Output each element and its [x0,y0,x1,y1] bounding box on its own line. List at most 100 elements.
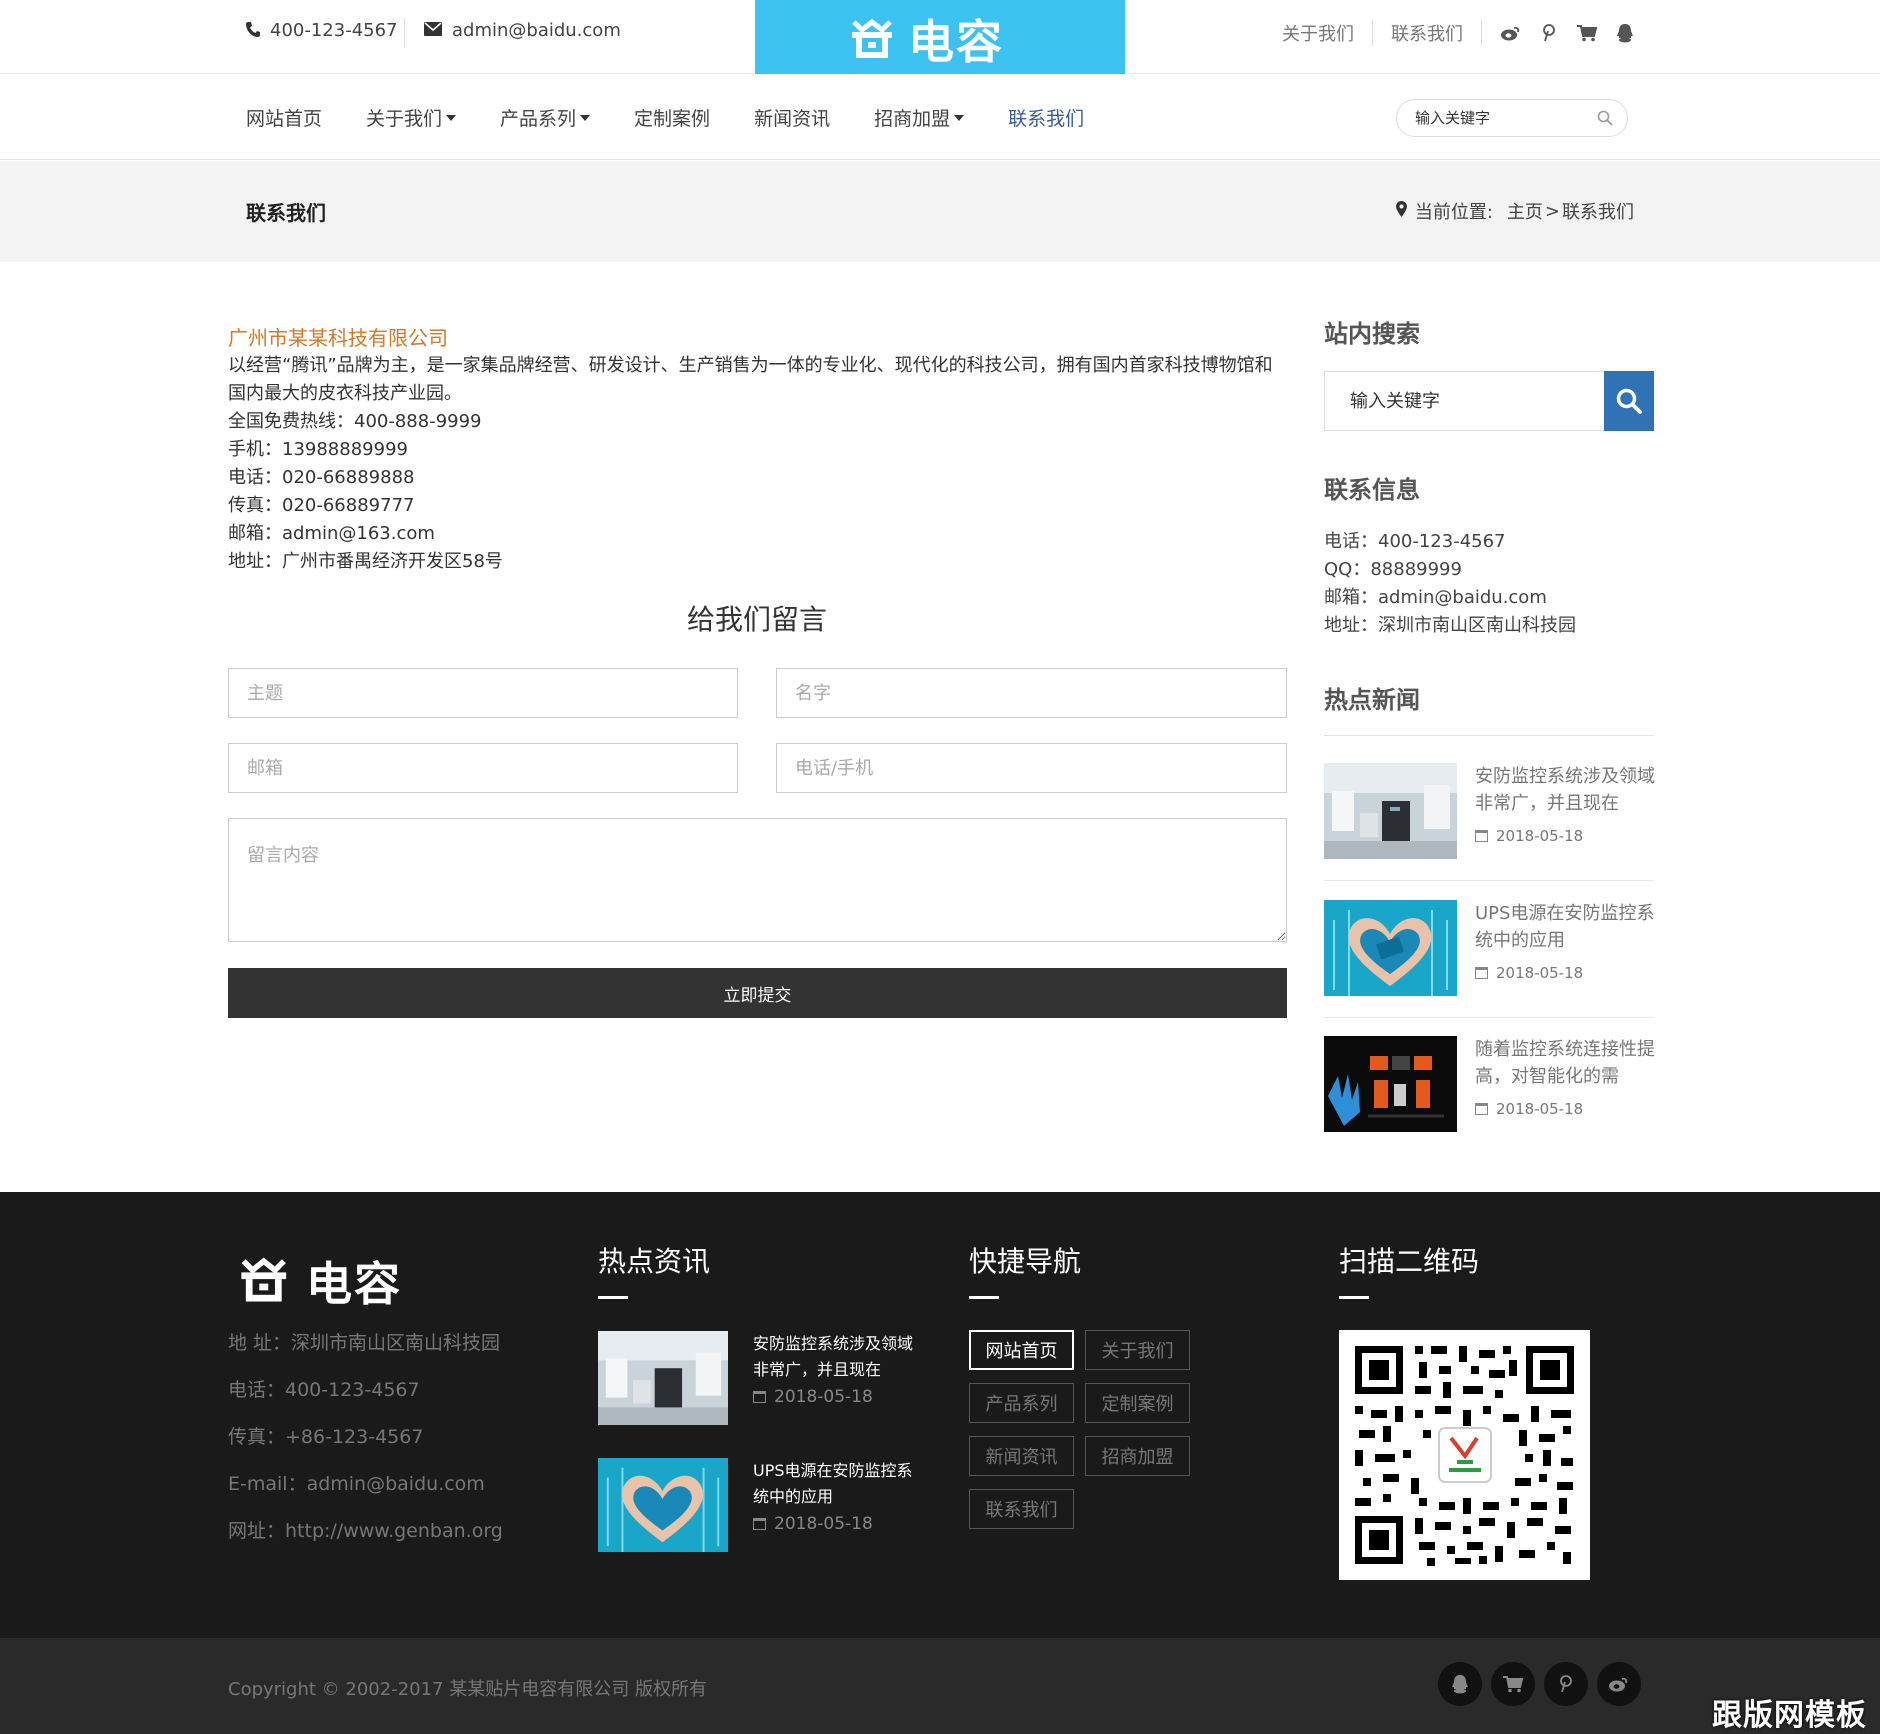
qr-code-image [1339,1330,1590,1580]
news-title: 随着监控系统连接性提高，对智能化的需 [1475,1039,1655,1087]
top-link-divider [1372,20,1373,46]
sidebar-news-item[interactable]: UPS电源在安防监控系统中的应用 2018-05-18 [1324,900,1654,996]
top-email[interactable]: admin@baidu.com [424,20,621,41]
footer-info: 地 址：深圳市南山区南山科技园 电话：400-123-4567 传真：+86-1… [228,1320,503,1555]
sidebar-news-item[interactable]: 随着监控系统连接性提高，对智能化的需 2018-05-18 [1324,1036,1655,1132]
page-title: 联系我们 [246,201,326,225]
footer-tag-home[interactable]: 网站首页 [969,1330,1074,1370]
footer-tel: 电话：400-123-4567 [228,1379,420,1401]
news-thumbnail-heart-chip [1324,900,1457,996]
news-title: UPS电源在安防监控系统中的应用 [1475,903,1655,951]
sidebar-contact-title: 联系信息 [1324,476,1420,504]
qq-icon[interactable] [1438,1662,1482,1706]
breadcrumb-separator: > [1544,200,1560,222]
nav-item-news[interactable]: 新闻资讯 [754,104,830,131]
footer-tag-about[interactable]: 关于我们 [1085,1330,1190,1370]
footer-news-date: 2018-05-18 [753,1387,873,1407]
news-date: 2018-05-18 [1475,1100,1583,1118]
top-link-contact[interactable]: 联系我们 [1391,20,1463,46]
footer-email: E-mail：admin@baidu.com [228,1473,485,1495]
calendar-icon [753,1518,766,1530]
calendar-icon [753,1391,766,1403]
search-icon[interactable] [1597,110,1613,130]
sidebar-news-item[interactable]: 安防监控系统涉及领域非常广，并且现在 2018-05-18 [1324,763,1655,859]
footer-logo-text: 电容 [306,1257,402,1311]
footer-tag-products[interactable]: 产品系列 [969,1383,1074,1423]
news-thumbnail-heart-chip [598,1458,728,1552]
footer-website: 网址：http://www.genban.org [228,1520,503,1542]
sidebar-search-button[interactable] [1604,371,1654,431]
top-divider [404,18,405,48]
envelope-icon [424,21,442,40]
nav-item-home[interactable]: 网站首页 [246,104,322,131]
nav-item-about[interactable]: 关于我们 [366,104,457,131]
footer-news-item[interactable]: 安防监控系统涉及领域非常广，并且现在 2018-05-18 [598,1331,918,1425]
logo-text: 电容 [908,15,1004,69]
bottom-bar: Copyright © 2002-2017 某某贴片电容有限公司 版权所有 [0,1638,1880,1734]
news-divider [1324,1017,1654,1018]
top-link-about[interactable]: 关于我们 [1282,20,1354,46]
sidebar-search-input[interactable] [1325,372,1603,430]
news-thumbnail-smart-tech [1324,1036,1457,1132]
footer-qr-title: 扫描二维码 [1339,1245,1480,1278]
news-date-text: 2018-05-18 [1496,1100,1584,1118]
weibo-icon[interactable] [1500,22,1522,44]
phone-icon [246,21,260,41]
footer-address: 地 址：深圳市南山区南山科技园 [228,1332,501,1354]
footer-tag-contact[interactable]: 联系我们 [969,1489,1074,1529]
cart-icon[interactable] [1491,1662,1535,1706]
subject-field[interactable] [228,668,738,718]
footer-title-underline [969,1296,999,1299]
company-tel: 电话：020-66889888 [228,467,415,488]
nav-item-products[interactable]: 产品系列 [500,104,591,131]
pinterest-icon[interactable] [1544,1662,1588,1706]
phone-field[interactable] [776,743,1287,793]
news-divider [1324,880,1654,881]
footer-tag-news[interactable]: 新闻资讯 [969,1436,1074,1476]
footer-title-underline [598,1296,628,1299]
nav-item-label: 联系我们 [1008,108,1085,130]
footer-tag-franchise[interactable]: 招商加盟 [1085,1436,1190,1476]
caret-down-icon [954,114,965,121]
main-nav: 网站首页 关于我们 产品系列 定制案例 新闻资讯 招商加盟 联系我们 [0,75,1880,160]
breadcrumb: 当前位置: 主页 > 联系我们 [1395,198,1634,224]
company-intro: 以经营“腾讯”品牌为主，是一家集品牌经营、研发设计、生产销售为一体的专业化、现代… [228,355,1273,404]
footer-tag-cases[interactable]: 定制案例 [1085,1383,1190,1423]
news-title: 安防监控系统涉及领域非常广，并且现在 [1475,766,1655,814]
nav-item-cases[interactable]: 定制案例 [634,104,710,131]
footer-news-date-text: 2018-05-18 [774,1387,873,1407]
company-hotline: 全国免费热线：400-888-9999 [228,411,482,432]
footer-news-item[interactable]: UPS电源在安防监控系统中的应用 2018-05-18 [598,1458,918,1552]
news-date-text: 2018-05-18 [1496,827,1584,845]
social-links [1438,1662,1650,1706]
message-textarea[interactable] [228,818,1287,942]
message-form-title: 给我们留言 [686,603,827,636]
nav-search-input[interactable] [1415,109,1585,127]
breadcrumb-home[interactable]: 主页 [1507,198,1543,224]
copyright: Copyright © 2002-2017 某某贴片电容有限公司 版权所有 [228,1679,707,1700]
nav-item-franchise[interactable]: 招商加盟 [874,104,965,131]
email-field[interactable] [228,743,738,793]
nav-item-contact[interactable]: 联系我们 [1008,104,1084,131]
site-logo[interactable]: 电容 [755,0,1125,74]
top-bar: 400-123-4567 admin@baidu.com 电容 关于我们 联系我… [0,0,1880,74]
nav-list: 网站首页 关于我们 产品系列 定制案例 新闻资讯 招商加盟 联系我们 [246,75,1128,160]
pinterest-icon[interactable] [1538,22,1560,44]
company-address: 地址：广州市番禺经济开发区58号 [228,551,503,572]
footer-news-title-text: UPS电源在安防监控系统中的应用 [753,1461,913,1506]
footer-fax: 传真：+86-123-4567 [228,1426,424,1448]
top-email-text: admin@baidu.com [452,20,621,41]
footer-news-title: 热点资讯 [598,1245,711,1278]
qq-icon[interactable] [1614,22,1636,44]
submit-button[interactable]: 立即提交 [228,968,1287,1018]
top-phone: 400-123-4567 [246,20,398,41]
sidebar-contact-qq: QQ：88889999 [1324,559,1462,580]
name-field[interactable] [776,668,1287,718]
breadcrumb-label: 当前位置: [1414,202,1493,223]
footer-news-date: 2018-05-18 [753,1514,873,1534]
company-fax: 传真：020-66889777 [228,495,415,516]
cart-icon[interactable] [1576,22,1598,44]
caret-down-icon [580,114,591,121]
breadcrumb-current[interactable]: 联系我们 [1562,198,1634,224]
weibo-icon[interactable] [1597,1662,1641,1706]
